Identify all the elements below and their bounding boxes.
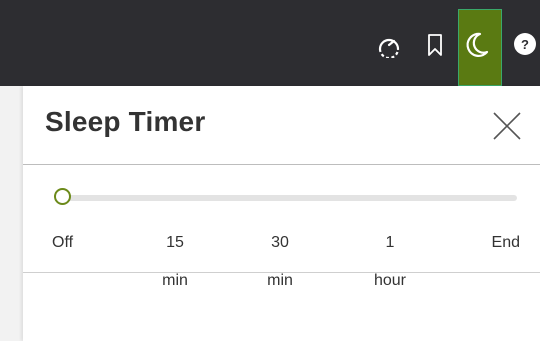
help-icon[interactable]: ?	[514, 33, 536, 55]
stop-label-line1: Off	[52, 234, 74, 251]
header-divider	[23, 164, 540, 165]
stop-label-line1: End	[491, 234, 520, 251]
slider-stop-1-hour[interactable]: 1 hour	[365, 214, 415, 309]
slider-stop-15-min[interactable]: 15 min	[155, 214, 195, 309]
sleep-timer-slider-thumb[interactable]	[54, 188, 71, 205]
speedometer-icon[interactable]	[374, 30, 404, 60]
sleep-timer-slider-track[interactable]	[65, 195, 517, 201]
sleep-timer-panel: Sleep Timer Off 15 min 30 min 1 hour End	[23, 86, 540, 341]
panel-title: Sleep Timer	[45, 106, 206, 137]
moon-icon[interactable]	[463, 30, 493, 60]
stop-label-line1: 30	[271, 234, 289, 251]
stop-label-line1: 15	[166, 234, 184, 251]
help-glyph: ?	[521, 36, 529, 52]
bookmark-icon[interactable]	[420, 30, 450, 60]
slider-divider	[23, 272, 540, 273]
stop-label-line1: 1	[385, 234, 395, 251]
stop-label-line2: min	[162, 272, 188, 289]
slider-stop-end[interactable]: End	[480, 214, 520, 271]
slider-stop-30-min[interactable]: 30 min	[260, 214, 300, 309]
close-icon[interactable]	[491, 110, 523, 142]
slider-stop-off[interactable]: Off	[52, 214, 73, 271]
stop-label-line2: min	[267, 272, 293, 289]
top-toolbar: ?	[0, 0, 540, 86]
stop-label-line2: hour	[373, 272, 407, 289]
